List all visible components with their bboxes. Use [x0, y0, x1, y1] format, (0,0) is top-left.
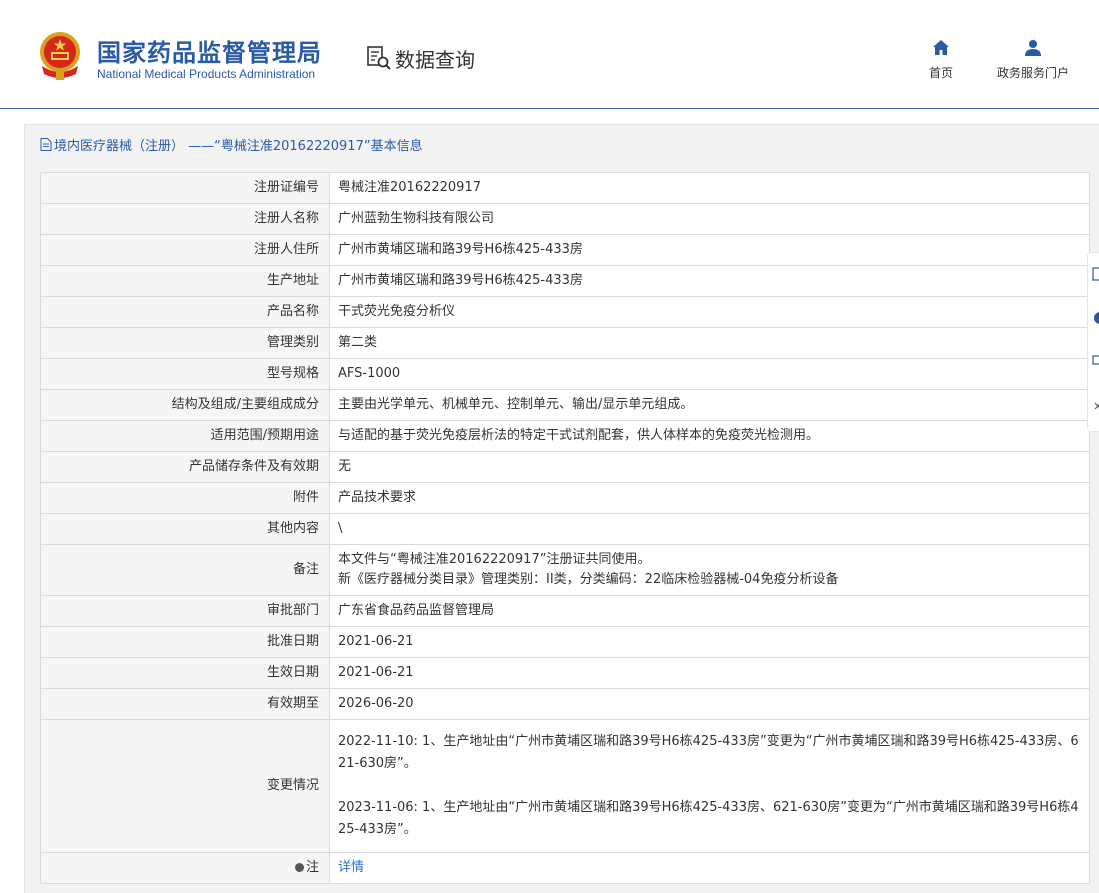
header-divider — [0, 108, 1099, 109]
row-value-changes: 2022-11-10: 1、生产地址由“广州市黄埔区瑞和路39号H6栋425-4… — [329, 719, 1090, 853]
row-value: 2026-06-20 — [329, 688, 1090, 720]
breadcrumb: 境内医疗器械（注册） ——“粤械注准20162220917”基本信息 — [40, 134, 423, 154]
table-row: 适用范围/预期用途 与适配的基于荧光免疫层析法的特定干式试剂配套，供人体样本的免… — [40, 420, 1090, 452]
detail-link[interactable]: 详情 — [338, 860, 364, 875]
note-label: 注 — [305, 860, 319, 875]
row-label: 型号规格 — [40, 358, 330, 390]
row-value: AFS-1000 — [329, 358, 1090, 390]
row-label: 产品储存条件及有效期 — [40, 451, 330, 483]
row-label-note: 注 — [40, 852, 330, 884]
row-value: 2021-06-21 — [329, 657, 1090, 689]
org-name-en: National Medical Products Administration — [97, 67, 316, 81]
row-value: 广州蓝勃生物科技有限公司 — [329, 203, 1090, 235]
row-label: 注册证编号 — [40, 172, 330, 204]
row-value-note: 详情 — [329, 852, 1090, 884]
table-row: 其他内容 \ — [40, 513, 1090, 545]
org-name-cn: 国家药品监督管理局 — [97, 39, 322, 67]
remark-line: 本文件与“粤械注准20162220917”注册证共同使用。 — [338, 552, 651, 567]
document-icon — [40, 137, 52, 151]
row-value: 粤械注准20162220917 — [329, 172, 1090, 204]
table-row: 注册人名称 广州蓝勃生物科技有限公司 — [40, 203, 1090, 235]
table-row: 附件 产品技术要求 — [40, 482, 1090, 514]
row-label: 生效日期 — [40, 657, 330, 689]
data-query-title: 数据查询 — [365, 42, 475, 74]
site-header: 国家药品监督管理局 National Medical Products Admi… — [0, 0, 1099, 108]
row-label: 注册人名称 — [40, 203, 330, 235]
table-row: 产品储存条件及有效期 无 — [40, 451, 1090, 483]
row-label: 有效期至 — [40, 688, 330, 720]
row-label: 批准日期 — [40, 626, 330, 658]
row-label: 适用范围/预期用途 — [40, 420, 330, 452]
row-value: 产品技术要求 — [329, 482, 1090, 514]
row-label: 产品名称 — [40, 296, 330, 328]
breadcrumb-text: 境内医疗器械（注册） ——“粤械注准20162220917”基本信息 — [54, 138, 423, 154]
nav-home-link[interactable]: 首页 — [924, 38, 958, 81]
side-toolbar — [1087, 252, 1099, 432]
table-row: 有效期至 2026-06-20 — [40, 688, 1090, 720]
nav-service-label: 政务服务门户 — [996, 66, 1069, 80]
remark-line: 新《医疗器械分类目录》管理类别：II类，分类编码：22临床检验器械-04免疫分析… — [338, 572, 839, 587]
document-search-icon — [367, 46, 391, 70]
table-row: 注册证编号 粤械注准20162220917 — [40, 172, 1090, 204]
table-row: 型号规格 AFS-1000 — [40, 358, 1090, 390]
row-value: \ — [329, 513, 1090, 545]
row-label: 结构及组成/主要组成成分 — [40, 389, 330, 421]
row-value: 广州市黄埔区瑞和路39号H6栋425-433房 — [329, 234, 1090, 266]
row-label: 生产地址 — [40, 265, 330, 297]
row-label: 备注 — [40, 544, 330, 596]
registration-info-table: 注册证编号 粤械注准20162220917 注册人名称 广州蓝勃生物科技有限公司… — [40, 172, 1090, 884]
row-label: 管理类别 — [40, 327, 330, 359]
document-icon[interactable] — [1092, 267, 1099, 281]
row-label: 注册人住所 — [40, 234, 330, 266]
table-row-remark: 备注 本文件与“粤械注准20162220917”注册证共同使用。 新《医疗器械分… — [40, 544, 1090, 596]
table-row: 注册人住所 广州市黄埔区瑞和路39号H6栋425-433房 — [40, 234, 1090, 266]
home-icon — [933, 40, 949, 55]
national-emblem-icon — [40, 32, 80, 80]
table-row: 管理类别 第二类 — [40, 327, 1090, 359]
print-icon[interactable] — [1092, 353, 1099, 367]
table-row: 生效日期 2021-06-21 — [40, 657, 1090, 689]
row-value: 无 — [329, 451, 1090, 483]
nav-service-portal-link[interactable]: 政务服务门户 — [990, 38, 1076, 81]
change-entry: 2023-11-06: 1、生产地址由“广州市黄埔区瑞和路39号H6栋425-4… — [338, 800, 1079, 837]
change-entry: 2022-11-10: 1、生产地址由“广州市黄埔区瑞和路39号H6栋425-4… — [338, 734, 1079, 771]
row-label: 审批部门 — [40, 595, 330, 627]
user-icon — [1025, 40, 1041, 56]
row-value: 广州市黄埔区瑞和路39号H6栋425-433房 — [329, 265, 1090, 297]
table-row-changes: 变更情况 2022-11-10: 1、生产地址由“广州市黄埔区瑞和路39号H6栋… — [40, 719, 1090, 853]
table-row: 审批部门 广东省食品药品监督管理局 — [40, 595, 1090, 627]
nav-home-label: 首页 — [928, 66, 953, 80]
row-value: 干式荧光免疫分析仪 — [329, 296, 1090, 328]
row-value: 与适配的基于荧光免疫层析法的特定干式试剂配套，供人体样本的免疫荧光检测用。 — [329, 420, 1090, 452]
row-value: 2021-06-21 — [329, 626, 1090, 658]
table-row: 批准日期 2021-06-21 — [40, 626, 1090, 658]
row-value-remark: 本文件与“粤械注准20162220917”注册证共同使用。 新《医疗器械分类目录… — [329, 544, 1090, 596]
table-row-note: 注 详情 — [40, 852, 1090, 884]
data-query-label: 数据查询 — [395, 47, 475, 72]
row-value: 广东省食品药品监督管理局 — [329, 595, 1090, 627]
note-dot-icon — [294, 863, 304, 872]
row-label: 附件 — [40, 482, 330, 514]
table-row: 生产地址 广州市黄埔区瑞和路39号H6栋425-433房 — [40, 265, 1090, 297]
row-label: 变更情况 — [40, 719, 330, 853]
row-value: 第二类 — [329, 327, 1090, 359]
info-icon[interactable] — [1092, 311, 1099, 325]
close-icon[interactable] — [1092, 399, 1099, 413]
table-row: 产品名称 干式荧光免疫分析仪 — [40, 296, 1090, 328]
row-value: 主要由光学单元、机械单元、控制单元、输出/显示单元组成。 — [329, 389, 1090, 421]
table-row: 结构及组成/主要组成成分 主要由光学单元、机械单元、控制单元、输出/显示单元组成… — [40, 389, 1090, 421]
row-label: 其他内容 — [40, 513, 330, 545]
